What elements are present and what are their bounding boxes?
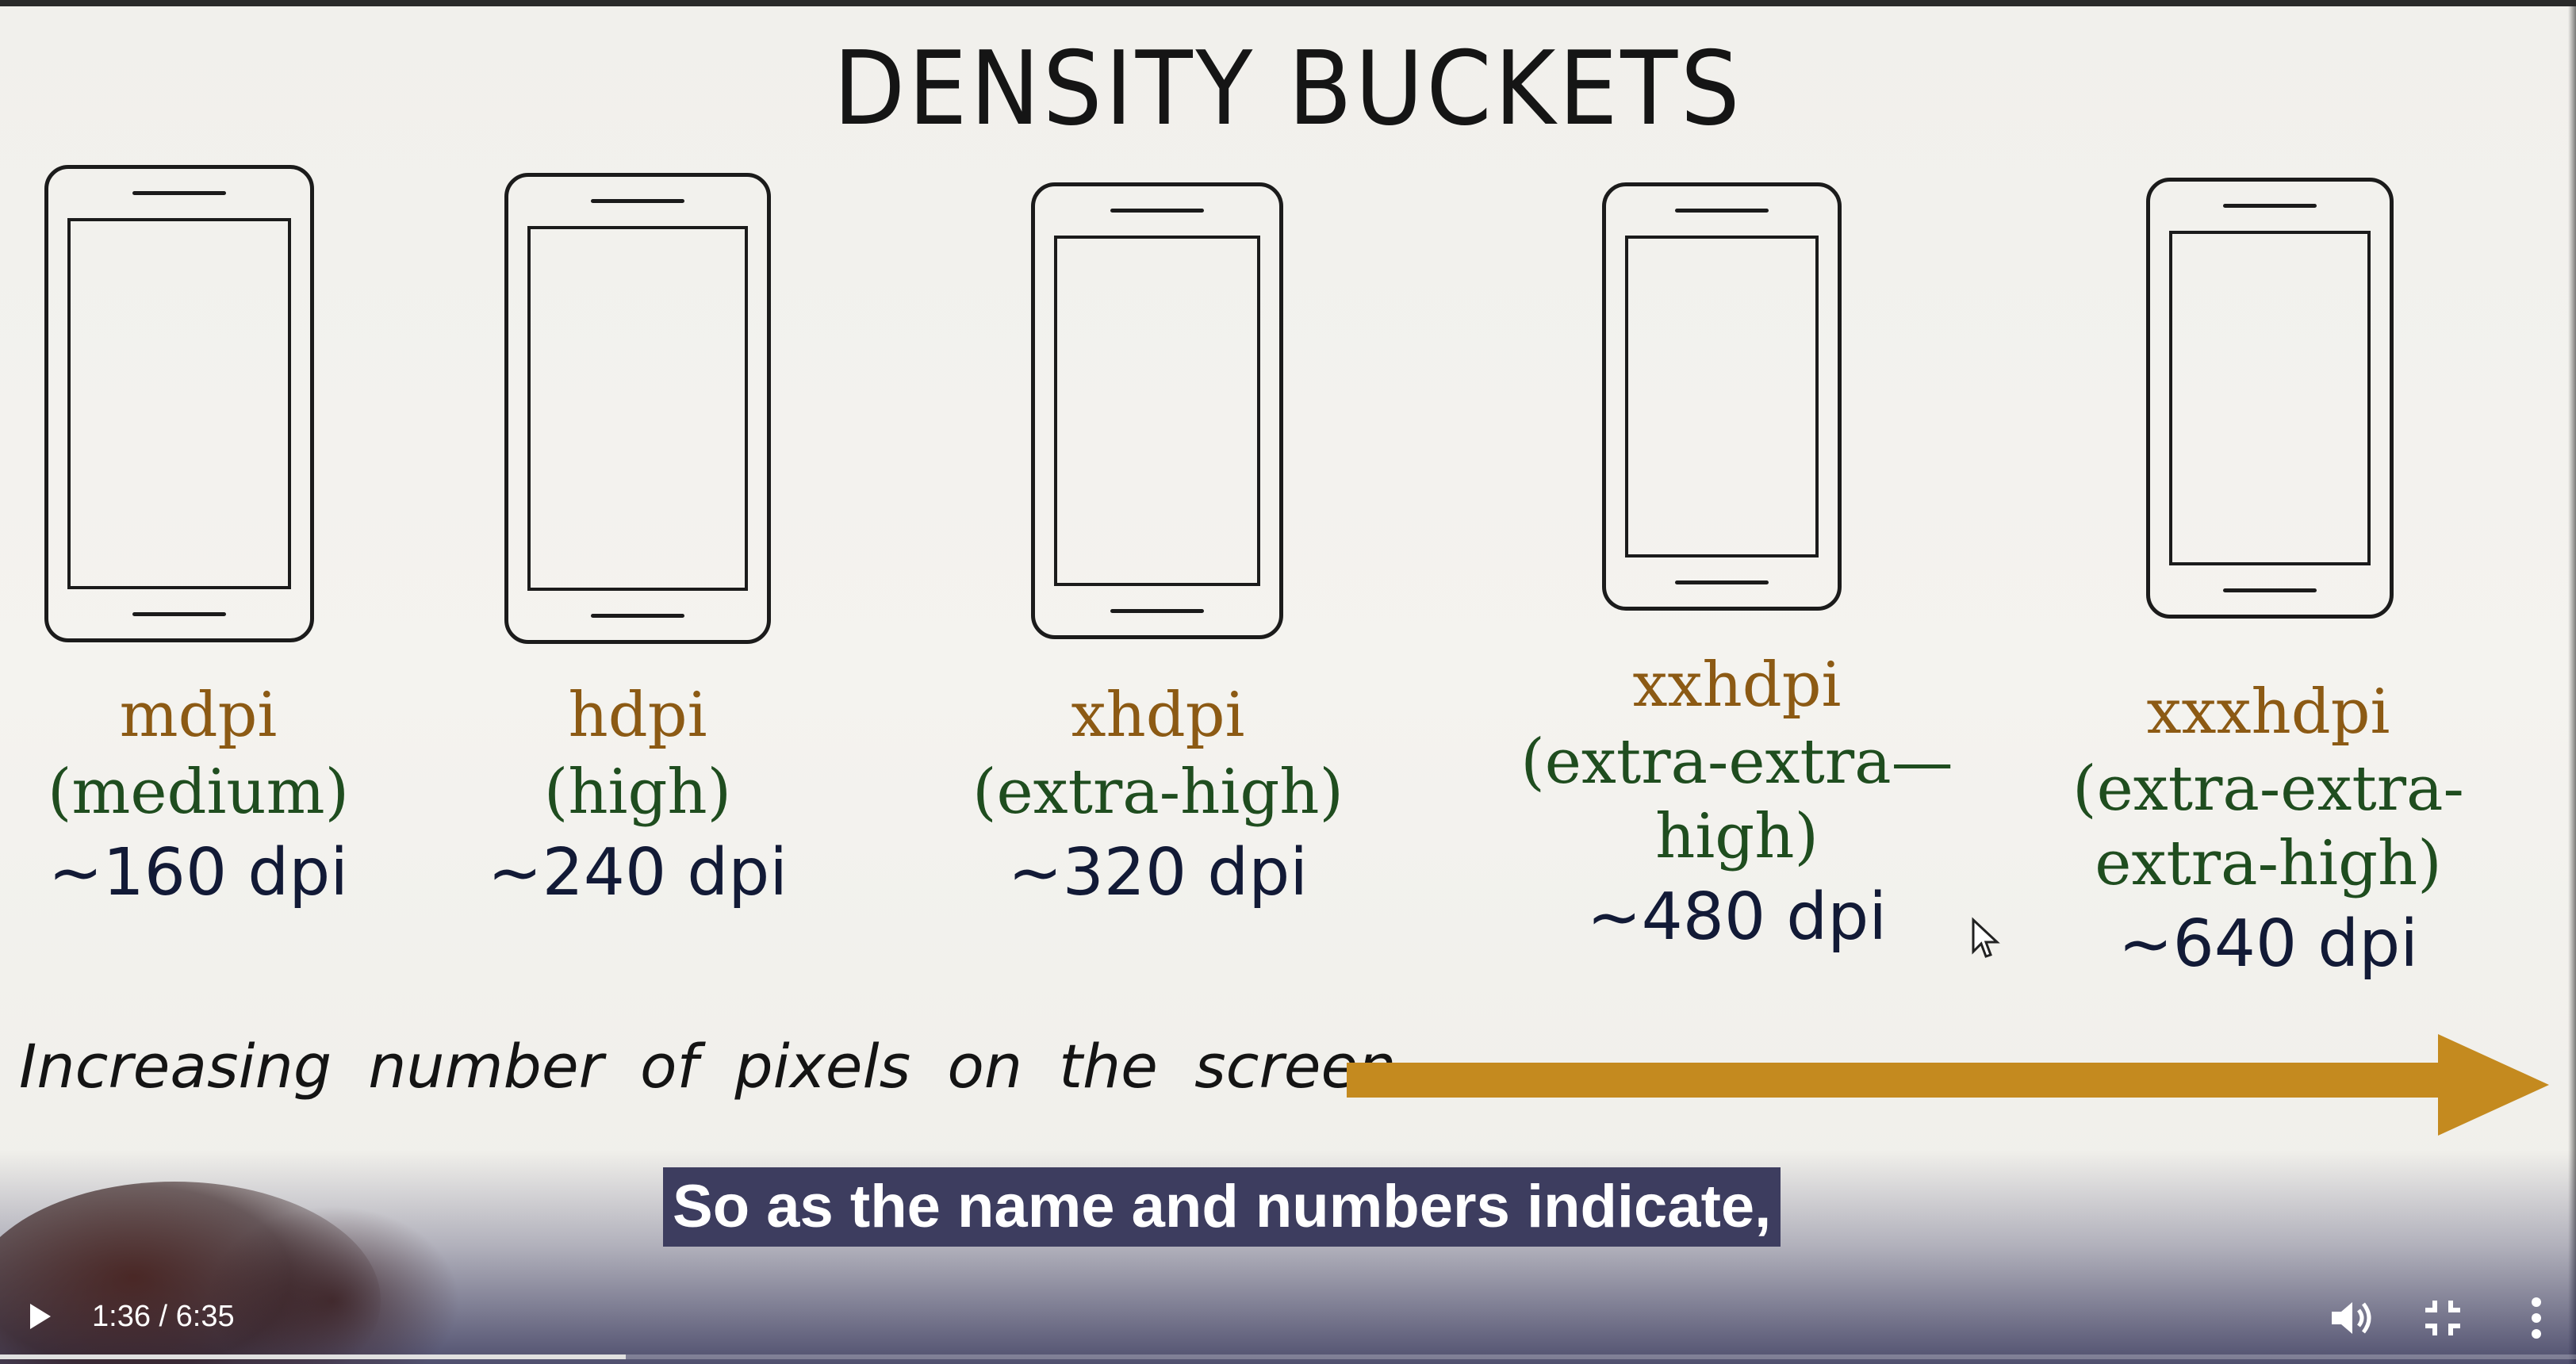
phone-screen <box>1625 236 1819 557</box>
slide-title: DENSITY BUCKETS <box>833 30 1743 148</box>
increasing-pixels-label: Increasing number of pixels on the scree… <box>19 1031 1397 1102</box>
phone-screen <box>1054 236 1260 586</box>
bucket-description: (medium) <box>47 757 350 828</box>
bucket-xhdpi: xhdpi (extra-high) ~320 dpi <box>920 676 1396 917</box>
bucket-mdpi: mdpi (medium) ~160 dpi <box>0 676 397 917</box>
phone-speaker <box>1675 209 1769 213</box>
bucket-name: xhdpi <box>1071 680 1245 751</box>
bucket-dpi: ~480 dpi <box>1586 879 1888 955</box>
bucket-name: mdpi <box>119 680 278 751</box>
bucket-dpi: ~160 dpi <box>48 835 349 910</box>
phone-home-bar <box>1110 609 1204 613</box>
phone-illustration-xhdpi <box>1031 182 1283 639</box>
bucket-dpi: ~320 dpi <box>1007 835 1309 910</box>
phone-screen <box>2169 231 2371 565</box>
video-frame[interactable]: DENSITY BUCKETS mdpi (medium) ~160 dpi h… <box>0 0 2576 1364</box>
bucket-description: (high) <box>543 757 732 828</box>
bucket-description-line1: (extra-extra- <box>2072 753 2464 825</box>
bucket-dpi: ~640 dpi <box>2118 906 2419 982</box>
phone-illustration-mdpi <box>44 165 314 642</box>
phone-screen <box>527 226 748 591</box>
arrow-right-icon <box>2438 1034 2549 1136</box>
bucket-xxhdpi: xxhdpi (extra-extra— high) ~480 dpi <box>1491 646 1983 961</box>
more-vertical-icon[interactable] <box>2527 1294 2546 1342</box>
phone-speaker <box>591 199 684 203</box>
bucket-hdpi: hdpi (high) ~240 dpi <box>439 676 836 917</box>
phone-home-bar <box>591 614 684 618</box>
volume-icon[interactable] <box>2327 1296 2375 1340</box>
frame-edge-top <box>0 0 2576 6</box>
exit-fullscreen-icon[interactable] <box>2421 1296 2465 1340</box>
phone-speaker <box>1110 209 1204 213</box>
phone-home-bar <box>132 612 226 616</box>
progress-bar[interactable] <box>0 1354 2576 1359</box>
phone-speaker <box>132 191 226 195</box>
progress-bar-played <box>0 1354 627 1359</box>
phone-home-bar <box>1675 580 1769 584</box>
phone-screen <box>67 218 291 589</box>
bucket-description-line1: (extra-extra— <box>1520 726 1953 798</box>
play-icon[interactable] <box>30 1304 51 1329</box>
bucket-xxxhdpi: xxxhdpi (extra-extra- extra-high) ~640 d… <box>2030 672 2506 988</box>
bucket-dpi: ~240 dpi <box>487 835 788 910</box>
phone-illustration-xxhdpi <box>1602 182 1842 611</box>
subtitle-caption: So as the name and numbers indicate, <box>663 1167 1781 1247</box>
bucket-description-line2: high) <box>1655 801 1819 872</box>
bucket-name: hdpi <box>568 680 707 751</box>
arrow-shaft <box>1347 1063 2441 1098</box>
mouse-cursor-icon <box>1972 917 2000 958</box>
bucket-description: (extra-high) <box>972 757 1344 828</box>
player-controls: 1:36 / 6:35 <box>0 1277 2576 1364</box>
time-display: 1:36 / 6:35 <box>92 1300 235 1333</box>
phone-home-bar <box>2223 588 2317 592</box>
bucket-name: xxhdpi <box>1632 649 1842 721</box>
bucket-description-line2: extra-high) <box>2095 828 2442 899</box>
phone-illustration-hdpi <box>504 173 771 644</box>
phone-illustration-xxxhdpi <box>2146 178 2394 619</box>
bucket-name: xxxhdpi <box>2146 676 2390 748</box>
phone-speaker <box>2223 204 2317 208</box>
